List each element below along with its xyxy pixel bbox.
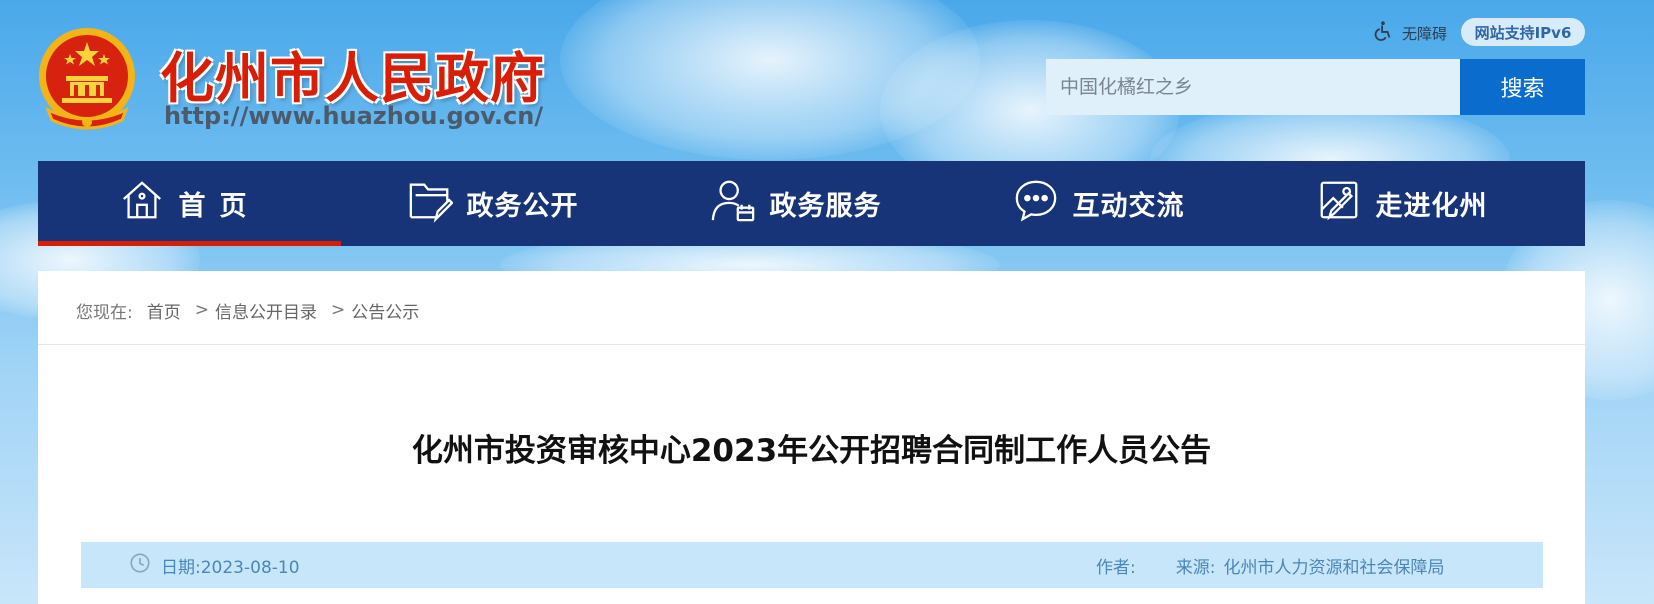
clock-icon	[129, 552, 151, 579]
nav-item-label: 首页	[178, 191, 261, 222]
nav-item-government-affairs[interactable]: 政务公开	[341, 161, 644, 246]
breadcrumb-link-catalog[interactable]: 信息公开目录	[215, 298, 317, 323]
breadcrumb-prefix: 您现在:	[76, 302, 133, 323]
nav-item-label: 互动交流	[1072, 191, 1185, 222]
nav-item-label: 政务服务	[769, 191, 882, 222]
date-label: 日期:	[161, 557, 201, 578]
divider	[38, 344, 1585, 345]
breadcrumb-link-home[interactable]: 首页	[147, 298, 181, 323]
search-input[interactable]	[1046, 59, 1460, 115]
breadcrumb-link-announcements[interactable]: 公告公示	[351, 298, 419, 323]
author-label: 作者:	[1096, 557, 1136, 578]
breadcrumb-separator: >	[194, 300, 209, 320]
ipv6-badge: 网站支持IPv6	[1461, 18, 1585, 46]
picture-edit-icon	[1316, 177, 1362, 230]
home-icon	[119, 177, 165, 230]
breadcrumb: 您现在: 首页 > 信息公开目录 > 公告公示	[76, 297, 419, 323]
article-date: 日期:2023-08-10	[129, 552, 300, 579]
source-value: 化州市人力资源和社会保障局	[1223, 557, 1445, 578]
article-title: 化州市投资审核中心2023年公开招聘合同制工作人员公告	[411, 433, 1212, 469]
search-button[interactable]: 搜索	[1460, 59, 1585, 115]
accessibility-link[interactable]: 无障碍	[1372, 20, 1447, 46]
content-panel: 您现在: 首页 > 信息公开目录 > 公告公示 化州市投资审核中心2023年公开…	[38, 271, 1585, 604]
user-calendar-icon	[710, 177, 756, 230]
article-meta-bar: 日期:2023-08-10 作者: 来源: 化州市人力资源和社会保障局	[81, 542, 1543, 588]
main-nav: 首页 政务公开 政务服务 互动交流 走进化州	[38, 161, 1585, 246]
nav-item-government-services[interactable]: 政务服务	[644, 161, 947, 246]
nav-item-interaction[interactable]: 互动交流	[947, 161, 1250, 246]
national-emblem-logo	[36, 24, 138, 134]
article-source-info: 作者: 来源: 化州市人力资源和社会保障局	[1096, 553, 1444, 578]
cloud-decoration	[560, 0, 980, 160]
date-value: 2023-08-10	[200, 557, 300, 578]
accessibility-label: 无障碍	[1402, 24, 1448, 43]
wheelchair-icon	[1372, 20, 1394, 46]
breadcrumb-separator: >	[330, 300, 346, 320]
site-url: http://www.huazhou.gov.cn/	[164, 102, 544, 130]
nav-item-home[interactable]: 首页	[38, 161, 341, 246]
nav-item-about-huazhou[interactable]: 走进化州	[1250, 161, 1553, 246]
source-label: 来源:	[1175, 557, 1216, 578]
nav-item-label: 走进化州	[1375, 191, 1488, 222]
nav-item-label: 政务公开	[466, 191, 579, 222]
folder-edit-icon	[407, 177, 454, 230]
chat-bubble-icon	[1013, 177, 1059, 230]
